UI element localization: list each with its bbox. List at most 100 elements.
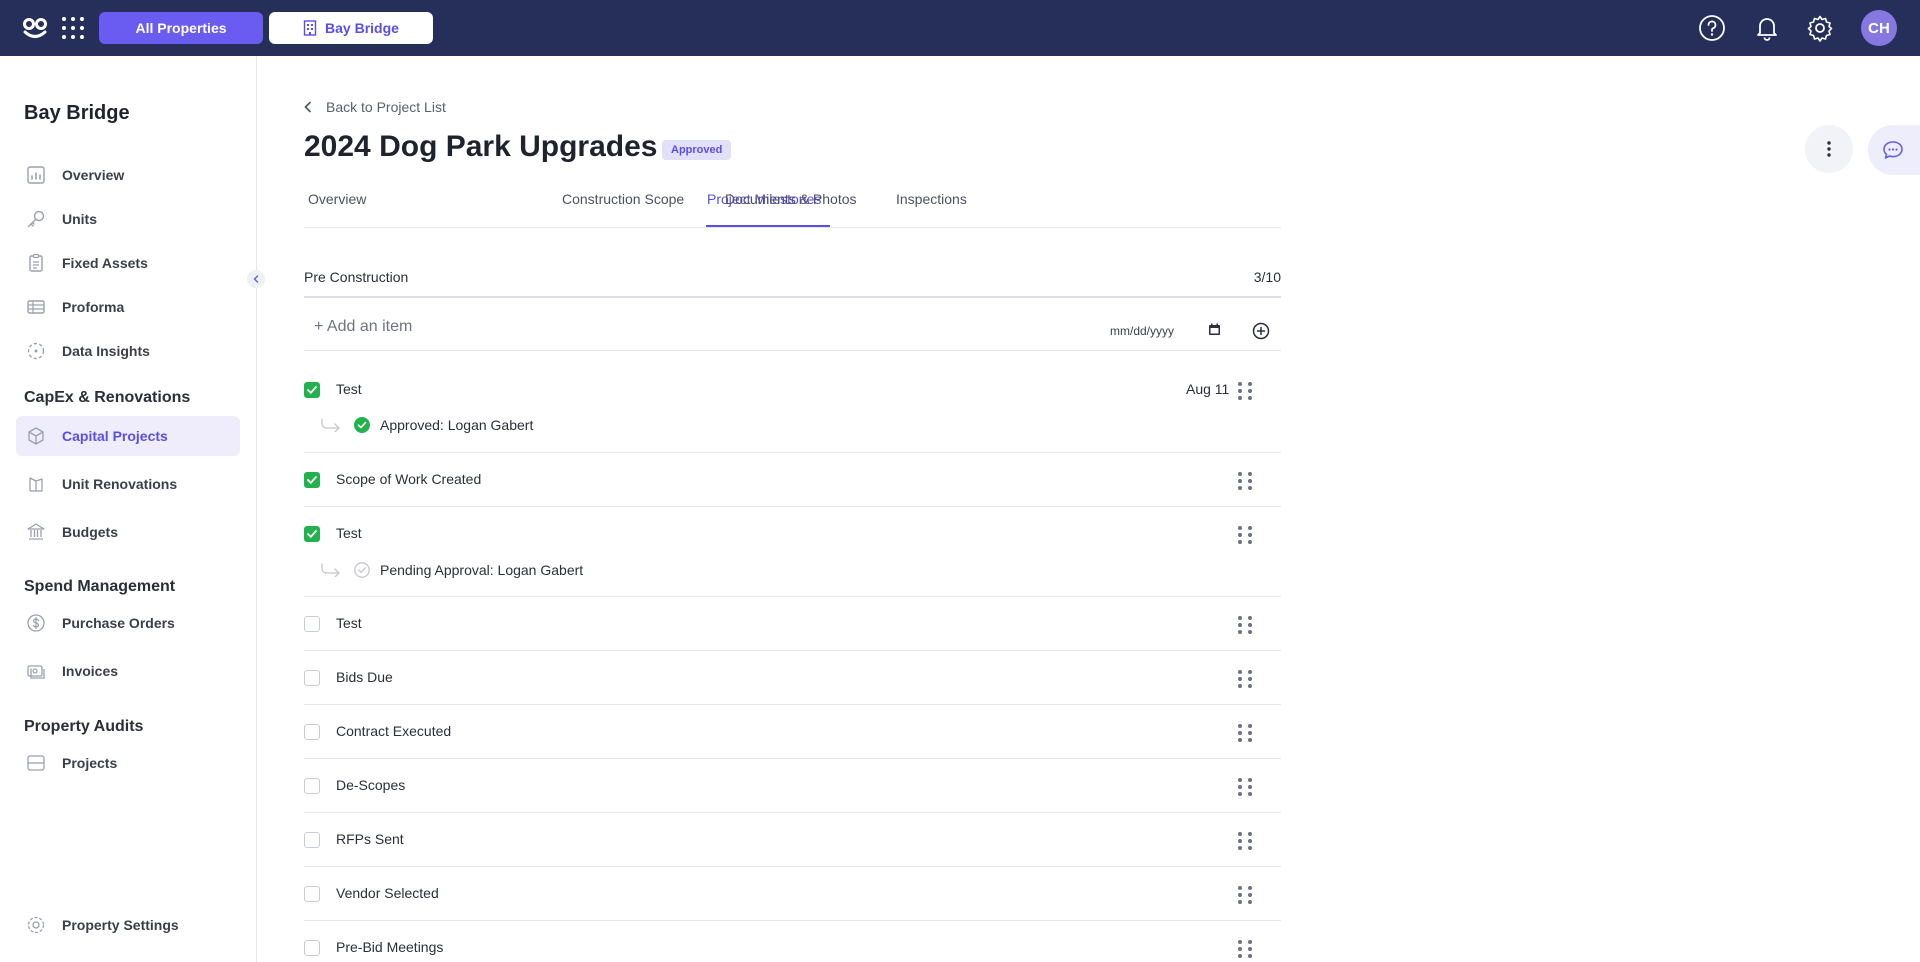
drag-handle-icon[interactable] xyxy=(1238,832,1252,850)
sidebar-item-overview[interactable]: Overview xyxy=(16,155,240,195)
add-item-input[interactable] xyxy=(314,318,814,336)
date-input[interactable]: mm/dd/yyyy xyxy=(1110,324,1174,338)
building-icon xyxy=(303,20,317,36)
app-logo[interactable] xyxy=(22,15,48,41)
milestone-checkbox[interactable] xyxy=(304,778,320,794)
renovation-icon xyxy=(25,473,47,495)
milestone-label: Pre-Bid Meetings xyxy=(336,939,444,955)
milestone-row[interactable]: Test xyxy=(304,597,1281,651)
more-options-button[interactable] xyxy=(1805,125,1853,173)
user-avatar[interactable]: CH xyxy=(1861,10,1897,46)
section-progress-count: 3/10 xyxy=(1253,269,1281,285)
tab-documents-photos[interactable]: Documents & Photos xyxy=(725,191,857,207)
sidebar-item-capital-projects[interactable]: Capital Projects xyxy=(16,416,240,456)
back-link-label: Back to Project List xyxy=(326,99,446,115)
drag-handle-icon[interactable] xyxy=(1238,886,1252,904)
top-navigation-bar: All Properties Bay Bridge CH xyxy=(0,0,1920,56)
milestone-checkbox[interactable] xyxy=(304,526,320,542)
comments-button[interactable] xyxy=(1868,125,1920,175)
sidebar-item-label: Budgets xyxy=(62,524,118,540)
milestone-row[interactable]: Contract Executed xyxy=(304,705,1281,759)
checkmark-icon xyxy=(307,530,317,538)
milestone-row[interactable]: Scope of Work Created xyxy=(304,453,1281,507)
milestone-row[interactable]: Test Pending Approval: Logan Gabert xyxy=(304,507,1281,597)
box-icon xyxy=(25,425,47,447)
sidebar-item-purchase-orders[interactable]: Purchase Orders xyxy=(16,603,240,643)
drag-handle-icon[interactable] xyxy=(1238,940,1252,958)
checkmark-icon xyxy=(307,386,317,394)
drag-handle-icon[interactable] xyxy=(1238,724,1252,742)
milestone-row[interactable]: De-Scopes xyxy=(304,759,1281,813)
collapse-sidebar-button[interactable] xyxy=(247,270,265,288)
tab-inspections[interactable]: Inspections xyxy=(896,191,967,207)
sidebar-item-budgets[interactable]: Budgets xyxy=(16,512,240,552)
drag-handle-icon[interactable] xyxy=(1238,472,1252,490)
sidebar-item-units[interactable]: Units xyxy=(16,199,240,239)
add-circle-icon[interactable] xyxy=(1252,322,1270,340)
approval-text: Pending Approval: Logan Gabert xyxy=(380,562,584,578)
tab-construction-scope[interactable]: Construction Scope xyxy=(562,191,684,207)
milestone-checkbox[interactable] xyxy=(304,940,320,956)
sidebar-item-invoices[interactable]: Invoices xyxy=(16,651,240,691)
drag-handle-icon[interactable] xyxy=(1238,526,1252,544)
tab-overview[interactable]: Overview xyxy=(308,191,366,207)
key-icon xyxy=(25,208,47,230)
insights-icon xyxy=(25,340,47,362)
notification-bell-icon[interactable] xyxy=(1753,14,1781,42)
sidebar-item-label: Purchase Orders xyxy=(62,615,175,631)
drag-handle-icon[interactable] xyxy=(1238,382,1252,400)
back-to-project-list-link[interactable]: Back to Project List xyxy=(304,99,446,115)
sidebar-item-data-insights[interactable]: Data Insights xyxy=(16,331,240,371)
sidebar-item-label: Capital Projects xyxy=(62,428,168,444)
projects-icon xyxy=(25,752,47,774)
settings-gear-icon[interactable] xyxy=(1806,14,1834,42)
help-icon[interactable] xyxy=(1698,14,1726,42)
sidebar-item-label: Projects xyxy=(62,755,118,771)
milestone-row[interactable]: RFPs Sent xyxy=(304,813,1281,867)
milestone-checkbox[interactable] xyxy=(304,832,320,848)
status-badge: Approved xyxy=(662,140,732,160)
sidebar: Bay Bridge Overview Units Fixed Assets P… xyxy=(0,56,265,962)
milestone-checkbox[interactable] xyxy=(304,616,320,632)
clipboard-icon xyxy=(25,252,47,274)
project-tabs: Overview Project Milestones Construction… xyxy=(304,182,1281,228)
milestone-row[interactable]: Pre-Bid Meetings xyxy=(304,921,1281,962)
invoice-icon xyxy=(25,660,47,682)
chevron-left-icon xyxy=(304,101,311,113)
sidebar-item-property-settings[interactable]: Property Settings xyxy=(16,905,240,945)
sidebar-section-audits: Property Audits xyxy=(24,718,144,735)
milestone-checkbox[interactable] xyxy=(304,670,320,686)
all-properties-button[interactable]: All Properties xyxy=(99,12,263,44)
sidebar-item-label: Proforma xyxy=(62,299,125,315)
sidebar-item-unit-renovations[interactable]: Unit Renovations xyxy=(16,464,240,504)
approval-line: Approved: Logan Gabert xyxy=(320,415,533,435)
sidebar-item-proforma[interactable]: Proforma xyxy=(16,287,240,327)
sidebar-section-spend: Spend Management xyxy=(24,578,176,595)
sidebar-item-label: Units xyxy=(62,211,97,227)
app-grid-icon[interactable] xyxy=(62,17,84,39)
dollar-icon xyxy=(25,612,47,634)
milestone-checkbox[interactable] xyxy=(304,724,320,740)
sidebar-item-fixed-assets[interactable]: Fixed Assets xyxy=(16,243,240,283)
sidebar-item-label: Fixed Assets xyxy=(62,255,148,271)
milestone-row[interactable]: Bids Due xyxy=(304,651,1281,705)
drag-handle-icon[interactable] xyxy=(1238,670,1252,688)
more-vertical-icon xyxy=(1827,141,1831,157)
subitem-arrow-icon xyxy=(321,563,340,577)
milestone-row[interactable]: Test Aug 11 Approved: Logan Gabert xyxy=(304,362,1281,453)
drag-handle-icon[interactable] xyxy=(1238,778,1252,796)
approval-text: Approved: Logan Gabert xyxy=(380,417,534,433)
add-item-row: mm/dd/yyyy xyxy=(304,308,1281,351)
milestone-checkbox[interactable] xyxy=(304,472,320,488)
sidebar-item-projects[interactable]: Projects xyxy=(16,743,240,783)
milestone-label: Vendor Selected xyxy=(336,885,439,901)
active-tab-indicator xyxy=(706,225,830,227)
current-property-button[interactable]: Bay Bridge xyxy=(269,12,433,44)
milestone-row[interactable]: Vendor Selected xyxy=(304,867,1281,921)
milestone-checkbox[interactable] xyxy=(304,382,320,398)
drag-handle-icon[interactable] xyxy=(1238,616,1252,634)
calendar-icon[interactable] xyxy=(1208,323,1221,336)
milestone-checkbox[interactable] xyxy=(304,886,320,902)
milestone-label: Test xyxy=(336,525,362,541)
milestone-label: Test xyxy=(336,615,362,631)
